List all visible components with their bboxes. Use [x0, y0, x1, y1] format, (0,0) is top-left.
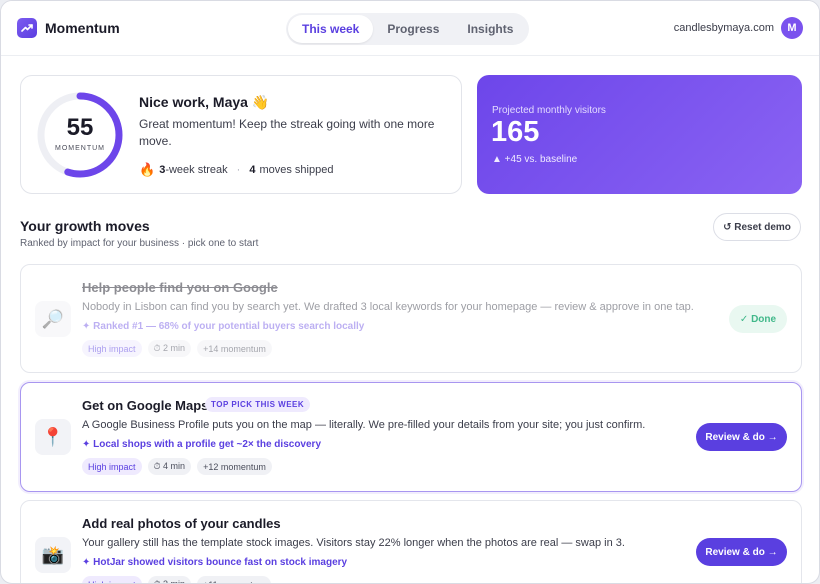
main-nav: This week Progress Insights	[286, 13, 530, 45]
momentum-score-label: MOMENTUM	[55, 145, 105, 152]
move-card-google-maps[interactable]: 📍 Get on Google Maps TOP PICK THIS WEEK …	[20, 382, 802, 492]
moves-value: 4	[249, 164, 256, 176]
tab-progress[interactable]: Progress	[373, 15, 453, 43]
move-chips: High impact ⏱ 3 min +11 momentum	[82, 576, 272, 583]
flame-icon: 🔥	[139, 162, 156, 177]
move-insight: ✦ Ranked #1 — 68% of your potential buye…	[82, 321, 365, 332]
greeting-message: Great momentum! Keep the streak going wi…	[139, 117, 435, 148]
visitors-value: 165	[491, 116, 540, 148]
momentum-card: 55 MOMENTUM Nice work, Maya 👋 Great mome…	[20, 75, 462, 194]
top-bar: Momentum This week Progress Insights can…	[1, 1, 819, 56]
momentum-chip: +12 momentum	[197, 458, 272, 475]
time-chip: ⏱ 3 min	[147, 576, 192, 583]
trend-up-icon	[17, 18, 37, 38]
impact-chip: High impact	[82, 340, 142, 357]
magnifier-icon: 🔎	[35, 301, 71, 337]
move-title: Help people find you on Google	[82, 280, 278, 295]
stats-separator: ·	[236, 164, 241, 176]
momentum-chip: +14 momentum	[197, 340, 272, 357]
move-chips: High impact ⏱ 4 min +12 momentum	[82, 458, 272, 475]
momentum-stats: 🔥 3 -week streak · 4 moves shipped	[139, 162, 333, 178]
tab-insights[interactable]: Insights	[453, 15, 527, 43]
moves-label: moves shipped	[259, 164, 334, 176]
time-chip: ⏱ 4 min	[147, 458, 192, 475]
reset-demo-button[interactable]: ↺ Reset demo	[713, 213, 801, 241]
review-and-do-button[interactable]: Review & do →	[696, 423, 787, 451]
review-and-do-button[interactable]: Review & do →	[696, 538, 787, 566]
move-title: Get on Google Maps	[82, 398, 209, 413]
move-insight: ✦ Local shops with a profile get ~2× the…	[82, 439, 321, 450]
move-card-google-search[interactable]: 🔎 Help people find you on Google Nobody …	[20, 264, 802, 373]
move-description: Nobody in Lisbon can find you by search …	[82, 301, 694, 313]
greeting-title: Nice work, Maya 👋	[139, 94, 270, 110]
done-button[interactable]: ✓ Done	[729, 305, 787, 333]
impact-chip: High impact	[82, 576, 142, 583]
move-description: Your gallery still has the template stoc…	[82, 537, 625, 549]
section-subtitle: Ranked by impact for your business · pic…	[20, 238, 259, 249]
camera-icon: 📸	[35, 537, 71, 573]
move-description: A Google Business Profile puts you on th…	[82, 419, 646, 431]
visitors-card: Projected monthly visitors 165 ▲ +45 vs.…	[477, 75, 802, 194]
brand[interactable]: Momentum	[17, 18, 120, 38]
section-title: Your growth moves	[20, 218, 150, 234]
momentum-chip: +11 momentum	[197, 576, 272, 583]
top-pick-badge: TOP PICK THIS WEEK	[205, 397, 311, 412]
move-card-real-photos[interactable]: 📸 Add real photos of your candles Your g…	[20, 500, 802, 583]
momentum-score: 55	[66, 114, 94, 141]
impact-chip: High impact	[82, 458, 142, 475]
brand-name: Momentum	[45, 20, 120, 36]
map-pin-icon: 📍	[35, 419, 71, 455]
move-title: Add real photos of your candles	[82, 516, 281, 531]
move-chips: High impact ⏱ 2 min +14 momentum	[82, 340, 272, 357]
visitors-label: Projected monthly visitors	[492, 105, 606, 116]
app-window: Momentum This week Progress Insights can…	[0, 0, 820, 584]
tab-this-week[interactable]: This week	[288, 15, 374, 43]
avatar[interactable]: M	[781, 17, 803, 39]
time-chip: ⏱ 2 min	[147, 340, 192, 357]
move-insight: ✦ HotJar showed visitors bounce fast on …	[82, 557, 348, 568]
streak-label: -week streak	[165, 164, 228, 176]
account-menu[interactable]: candlesbymaya.com M	[674, 17, 803, 39]
account-email: candlesbymaya.com	[673, 22, 774, 34]
visitors-delta: ▲ +45 vs. baseline	[492, 154, 578, 165]
